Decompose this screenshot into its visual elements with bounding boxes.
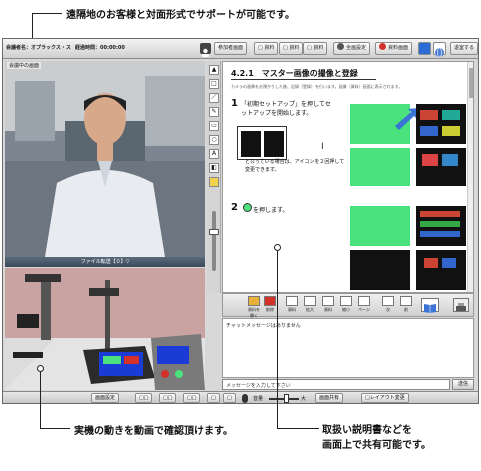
prev-page-button[interactable]: 前	[399, 296, 413, 316]
text-cursor-icon: I	[321, 142, 324, 152]
top-callout-text: 遠隔地のお客様と対面形式でサポートが可能です。	[66, 10, 295, 21]
zoom-slider[interactable]	[212, 211, 216, 271]
bottom-right-callout-line-v	[277, 251, 278, 429]
page-button[interactable]: ページ	[357, 296, 371, 316]
document-screen-button[interactable]: 資料画面	[375, 42, 413, 55]
ellipse-tool-icon[interactable]: ○	[209, 135, 219, 145]
color-tool-icon[interactable]	[209, 177, 219, 187]
volume-max-label: 大	[301, 396, 307, 402]
file-transfer-bar[interactable]: ファイル転送【０】▽	[5, 257, 205, 267]
text-tool-icon[interactable]: A	[209, 149, 219, 159]
doc-tool-button-1[interactable]: 資料	[285, 296, 299, 316]
step-1-number: 1	[231, 98, 238, 109]
step-2-screen-green	[350, 206, 410, 246]
step-2-number: 2	[231, 202, 238, 213]
bottom-left-callout-dot	[37, 365, 44, 372]
elapsed-time: 経過時間：00:00:00	[75, 45, 125, 51]
video-label: 会議中の画面	[7, 62, 42, 69]
chat-input-placeholder: メッセージを入力して下さい	[226, 383, 291, 389]
next-page-button[interactable]: 次	[381, 296, 395, 316]
chat-input[interactable]: メッセージを入力して下さい	[222, 379, 450, 390]
bottom-right-callout-dot	[274, 244, 281, 251]
gear-icon	[337, 43, 344, 50]
document-button-3[interactable]: □ 資料	[303, 42, 328, 55]
screen-settings-button[interactable]: 画面設定	[91, 393, 120, 403]
chat-log: チャットメッセージはありません	[222, 318, 474, 378]
step-2-screen-dark	[350, 250, 410, 290]
bottom-left-callout-line-v	[40, 372, 41, 428]
zoom-slider-thumb[interactable]	[209, 229, 219, 235]
participant-icon[interactable]	[200, 43, 211, 57]
leave-button[interactable]: 退室する	[450, 42, 478, 55]
camera-button-1[interactable]: □□	[135, 393, 153, 403]
heading-underline	[231, 79, 376, 80]
volume-label: 音量	[253, 396, 264, 402]
camera-view	[5, 268, 205, 390]
step-1-screen-small	[237, 126, 287, 160]
document-scrollbar[interactable]	[467, 62, 473, 292]
camera-button-3[interactable]: □□	[183, 393, 201, 403]
scrollbar-thumb[interactable]	[469, 68, 473, 98]
document-button-2[interactable]: □ 資料	[279, 42, 304, 55]
line-tool-icon[interactable]: ／	[209, 93, 219, 103]
mic-button-2[interactable]: □	[223, 393, 236, 403]
mic-icon	[242, 394, 248, 403]
support-app-window: 会議者名：オプラックス・ス 経過時間：00:00:00 参加者画面 □ 資料 □…	[2, 38, 479, 404]
step-2-button-icon	[243, 203, 252, 212]
volume-slider-thumb[interactable]	[284, 394, 289, 403]
pen-tool-icon[interactable]: ✎	[209, 107, 219, 117]
bottom-toolbar: 画面設定 □□ □□ □□ □ □ 音量 大 画面共有 □レイアウト変更	[3, 391, 478, 403]
step-1-text: 「初期セットアップ」を押してセットアップを開始します。	[241, 101, 331, 117]
top-toolbar: 会議者名：オプラックス・ス 経過時間：00:00:00 参加者画面 □ 資料 □…	[3, 39, 478, 59]
step-2-screen-dark-2	[416, 250, 466, 290]
delete-document-button[interactable]: 削除	[263, 296, 277, 316]
bottom-left-callout-text: 実機の動きを動画で確認頂けます。	[74, 426, 233, 437]
select-tool-icon[interactable]: □	[209, 79, 219, 89]
screen-share-button[interactable]: 画面共有	[315, 393, 344, 403]
document-heading: 4.2.1 マスター画像の撮像と登録	[231, 69, 358, 78]
bottom-right-callout-line-h	[277, 428, 319, 429]
document-button-1[interactable]: □ 資料	[254, 42, 279, 55]
step-2-screen-menu	[416, 206, 466, 246]
printer-icon[interactable]	[453, 298, 469, 312]
drawing-toolbar: ▲ □ ／ ✎ ▭ ○ A ◧	[207, 61, 221, 293]
pointer-tool-icon[interactable]: ▲	[209, 65, 219, 75]
stop-icon	[379, 43, 386, 50]
video-window: 会議中の画面	[5, 61, 205, 257]
step-1-screen-green-2	[350, 148, 410, 186]
bottom-left-callout-line-h	[40, 428, 70, 429]
share-icon[interactable]	[418, 42, 431, 55]
mic-button-1[interactable]: □	[207, 393, 220, 403]
open-document-button[interactable]: 資料を開く	[247, 296, 261, 318]
step-1-note: となっている場合は、アイコンを２回押して変更できます。	[245, 159, 345, 173]
video-feed	[5, 61, 205, 257]
full-settings-button[interactable]: 全画設定	[333, 42, 371, 55]
step-1-screen-dark-2	[416, 148, 466, 186]
send-button[interactable]: 送信	[452, 379, 474, 390]
step-2-text: を押します。	[253, 207, 289, 214]
rect-tool-icon[interactable]: ▭	[209, 121, 219, 131]
shared-document-viewer: 4.2.1 マスター画像の撮像と登録 カメラの画像をお預かりした後、記録（登録）…	[222, 61, 474, 293]
document-intro: カメラの画像をお預かりした後、記録（登録）を行います。画像（資料）画面に表示され…	[231, 84, 403, 89]
step-1-screen-menu	[416, 104, 466, 144]
full-settings-label: 全画設定	[346, 45, 367, 51]
camera-feed	[5, 268, 205, 390]
zoom-out-button[interactable]: 縮小	[339, 296, 353, 316]
chat-message: チャットメッセージはありません	[226, 323, 301, 329]
participant-screen-button[interactable]: 参加者画面	[214, 42, 248, 55]
bottom-right-callout-text-2: 画面上で共有可能です。	[322, 440, 431, 451]
camera-button-2[interactable]: □□	[159, 393, 177, 403]
document-screen-label: 資料画面	[388, 45, 409, 51]
doc-tool-button-2[interactable]: 資料	[321, 296, 335, 316]
bottom-right-callout-text-1: 取扱い説明書などを	[322, 425, 412, 436]
layout-change-button[interactable]: □レイアウト変更	[361, 393, 409, 403]
book-icon[interactable]	[421, 298, 439, 313]
document-toolbar: 資料を開く 削除 資料 拡大 資料 縮小 ページ 次 前	[222, 293, 474, 318]
user-name: 会議者名：オプラックス・ス	[6, 45, 71, 51]
zoom-in-button[interactable]: 拡大	[303, 296, 317, 316]
eraser-tool-icon[interactable]: ◧	[209, 163, 219, 173]
top-callout-line-h	[32, 13, 62, 14]
globe-icon[interactable]	[433, 42, 446, 58]
